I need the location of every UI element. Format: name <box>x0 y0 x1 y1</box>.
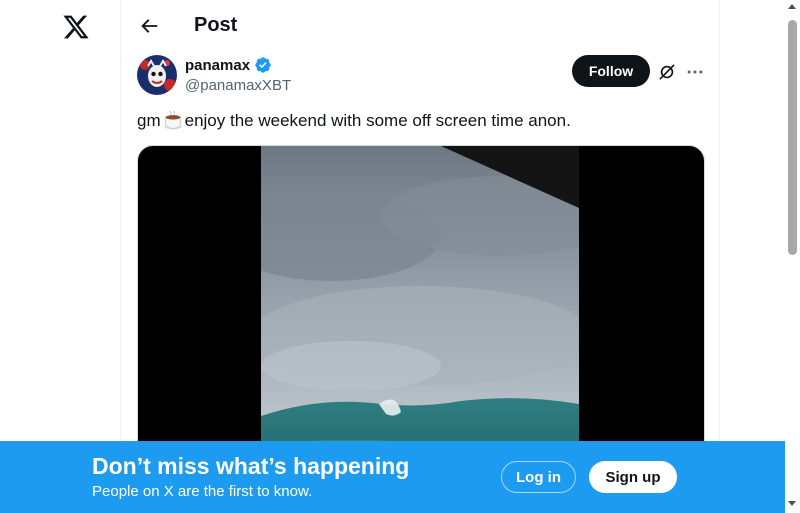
scroll-down-arrow-icon[interactable] <box>788 501 796 506</box>
login-button[interactable]: Log in <box>501 461 576 493</box>
signup-banner: Don’t miss what’s happening People on X … <box>0 441 785 513</box>
back-arrow-icon[interactable] <box>138 15 160 37</box>
author-name[interactable]: panamax <box>185 57 250 74</box>
signup-button[interactable]: Sign up <box>589 461 677 493</box>
grok-icon[interactable] <box>657 62 677 82</box>
x-logo-icon[interactable] <box>62 13 90 41</box>
follow-button[interactable]: Follow <box>572 55 650 87</box>
verified-badge-icon[interactable] <box>254 56 272 74</box>
post-text-start: gm <box>137 111 161 130</box>
post-text-end: enjoy the weekend with some off screen t… <box>184 111 571 130</box>
avatar[interactable] <box>137 55 177 95</box>
banner-title: Don’t miss what’s happening <box>92 453 410 479</box>
scrollbar-thumb[interactable] <box>788 20 797 255</box>
post-column: Post panamax @panamaxXBT Follow gm enjoy… <box>120 0 720 513</box>
banner-subtitle: People on X are the first to know. <box>92 483 313 500</box>
post-text: gm enjoy the weekend with some off scree… <box>137 110 571 132</box>
author-handle[interactable]: @panamaxXBT <box>185 77 291 94</box>
coffee-icon <box>163 110 182 130</box>
more-icon[interactable] <box>685 62 705 82</box>
page-title: Post <box>194 14 238 36</box>
scroll-up-arrow-icon[interactable] <box>788 4 796 9</box>
